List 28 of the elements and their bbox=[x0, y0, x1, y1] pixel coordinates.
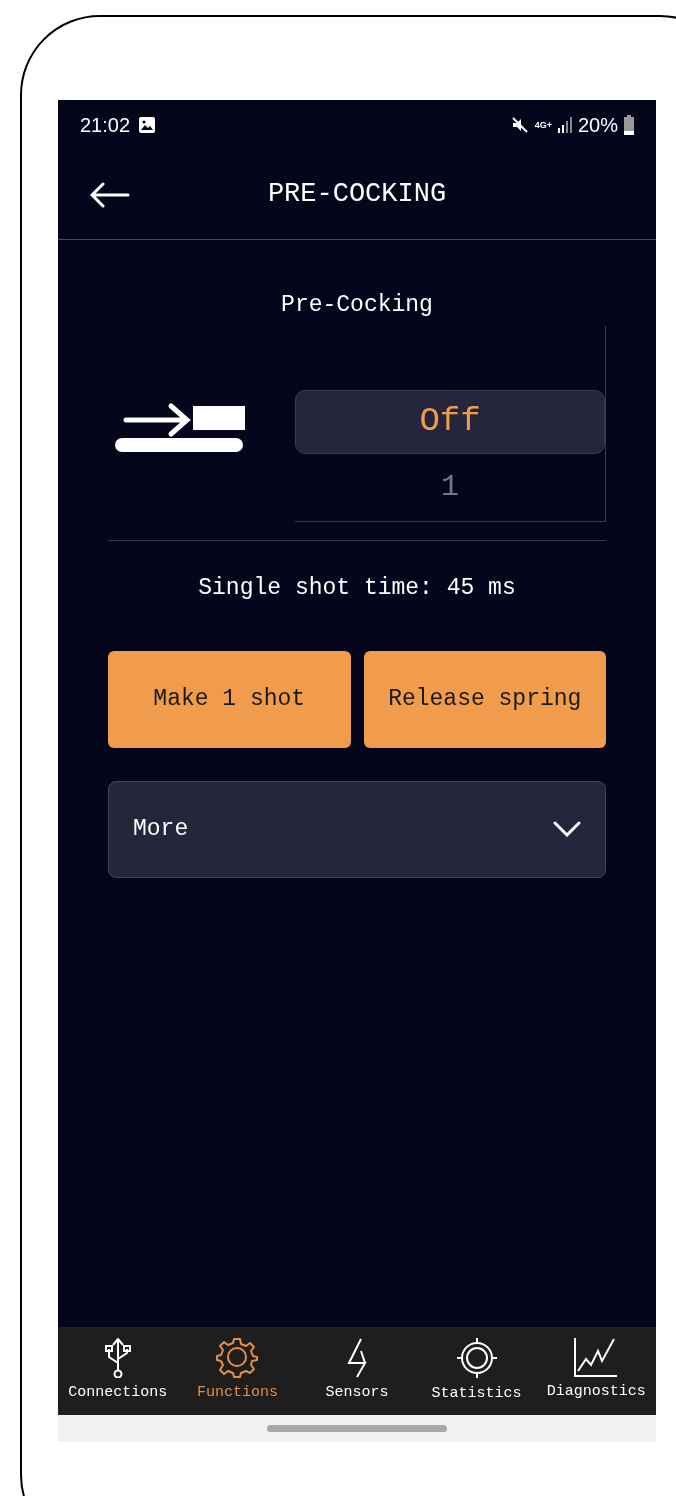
chevron-down-icon bbox=[553, 821, 581, 837]
signal-icon bbox=[557, 117, 572, 133]
line-chart-icon bbox=[574, 1338, 619, 1378]
picker-option[interactable]: Off bbox=[295, 390, 605, 454]
status-time: 21:02 bbox=[80, 113, 131, 138]
nav-tab[interactable]: Connections bbox=[58, 1327, 178, 1415]
target-icon bbox=[455, 1336, 498, 1379]
battery-level: 20% bbox=[577, 113, 618, 138]
gear-icon bbox=[216, 1337, 259, 1378]
action-button[interactable]: Make 1 shot bbox=[108, 650, 351, 748]
battery-icon bbox=[624, 115, 634, 135]
screen-title: PRE-COCKING bbox=[267, 178, 447, 212]
action-button[interactable]: Release spring bbox=[363, 650, 606, 748]
nav-tab[interactable]: Diagnostics bbox=[536, 1327, 656, 1415]
usb-icon bbox=[103, 1337, 132, 1378]
more-dropdown[interactable]: More bbox=[108, 780, 606, 878]
picker-option[interactable]: 1 bbox=[295, 453, 605, 521]
nav-tab[interactable]: Sensors bbox=[297, 1327, 417, 1415]
nav-tab[interactable]: Functions bbox=[177, 1327, 298, 1415]
image-icon bbox=[138, 116, 157, 134]
setting-label: Pre-Cocking bbox=[281, 291, 433, 320]
value-picker[interactable]: Off 1 bbox=[295, 326, 606, 522]
back-arrow-icon bbox=[90, 182, 130, 208]
lightning-bolt-icon bbox=[347, 1337, 367, 1378]
network-type: 4G+ bbox=[534, 120, 552, 130]
nav-tab[interactable]: Statistics bbox=[416, 1327, 537, 1415]
mute-icon bbox=[510, 116, 529, 134]
shot-time-text: Single shot time: 45 ms bbox=[198, 574, 516, 603]
